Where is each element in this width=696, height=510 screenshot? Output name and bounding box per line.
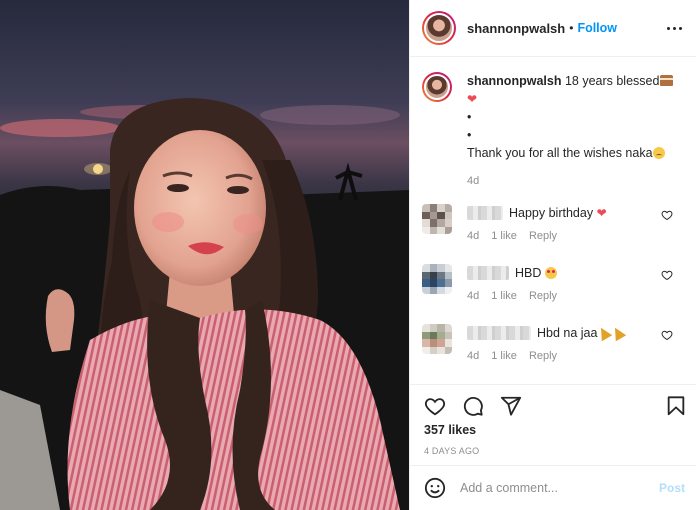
post-caption: shannonpwalsh 18 years blessed ❤ • • Tha… xyxy=(422,72,696,190)
blurred-username[interactable] xyxy=(467,206,503,220)
author-username[interactable]: shannonpwalsh xyxy=(467,21,565,36)
comment-body: HBD 4d 1 like Reply xyxy=(467,264,557,310)
emoji-icon[interactable] xyxy=(424,477,446,499)
instagram-post: shannonpwalsh • Follow shannonpwalsh 18 … xyxy=(0,0,696,510)
like-comment-heart-icon[interactable] xyxy=(661,269,673,281)
comment-text: Happy birthday xyxy=(509,206,594,220)
commenter-avatar[interactable] xyxy=(422,264,452,294)
caption-thanks: Thank you for all the wishes naka xyxy=(467,146,653,160)
more-icon[interactable] xyxy=(667,20,683,36)
blurred-username[interactable] xyxy=(467,266,509,280)
blurred-username[interactable] xyxy=(467,326,531,340)
share-icon[interactable] xyxy=(500,395,522,417)
comment-likes[interactable]: 1 like xyxy=(491,290,517,302)
comment-time[interactable]: 4d xyxy=(467,350,479,362)
like-comment-heart-icon[interactable] xyxy=(661,209,673,221)
follow-button[interactable]: Follow xyxy=(577,21,617,35)
pleading-face-icon xyxy=(652,147,665,159)
commenter-avatar[interactable] xyxy=(422,324,452,354)
comment-meta: 4d 1 like Reply xyxy=(467,230,607,242)
caption-text: 18 years blessed xyxy=(564,74,660,88)
comment-input[interactable] xyxy=(460,481,650,495)
caption-time[interactable]: 4d xyxy=(467,172,682,190)
comment-time[interactable]: 4d xyxy=(467,230,479,242)
comment-item: HBD 4d 1 like Reply xyxy=(422,264,696,310)
photo-illustration xyxy=(0,0,409,510)
post-comment-button[interactable]: Post xyxy=(659,481,685,495)
comment-meta: 4d 1 like Reply xyxy=(467,290,557,302)
post-actions: 357 likes 4 DAYS AGO xyxy=(410,384,696,465)
post-header: shannonpwalsh • Follow xyxy=(410,0,696,57)
heart-icon[interactable] xyxy=(424,395,446,417)
likes-count[interactable]: 357 likes xyxy=(424,423,476,437)
reply-button[interactable]: Reply xyxy=(529,290,557,302)
caption-body: shannonpwalsh 18 years blessed ❤ • • Tha… xyxy=(467,72,682,190)
header-separator: • xyxy=(569,21,574,35)
post-details-panel: shannonpwalsh • Follow shannonpwalsh 18 … xyxy=(409,0,696,510)
action-icons xyxy=(424,395,522,417)
like-comment-heart-icon[interactable] xyxy=(661,329,673,341)
comment-likes[interactable]: 1 like xyxy=(491,230,517,242)
comment-likes[interactable]: 1 like xyxy=(491,350,517,362)
caption-avatar[interactable] xyxy=(422,72,452,102)
caption-bullet-2: • xyxy=(467,128,472,142)
cake-icon xyxy=(660,75,674,86)
caption-bullet-1: • xyxy=(467,110,472,124)
add-comment-row: Post xyxy=(410,465,696,510)
author-avatar[interactable] xyxy=(422,11,456,45)
comment-time[interactable]: 4d xyxy=(467,290,479,302)
comment-body: Hbd na jaa 4d 1 like Reply xyxy=(467,324,627,370)
reply-button[interactable]: Reply xyxy=(529,350,557,362)
red-heart-icon: ❤ xyxy=(596,206,607,220)
sparkling-heart-icon: ❤ xyxy=(467,92,478,106)
comment-text: Hbd na jaa xyxy=(537,326,598,340)
comment-icon[interactable] xyxy=(462,395,484,417)
commenter-avatar[interactable] xyxy=(422,204,452,234)
comment-meta: 4d 1 like Reply xyxy=(467,350,625,362)
comments-list[interactable]: shannonpwalsh 18 years blessed ❤ • • Tha… xyxy=(410,58,696,384)
bookmark-icon[interactable] xyxy=(665,395,687,417)
post-photo[interactable] xyxy=(0,0,409,510)
comment-body: Happy birthday ❤ 4d 1 like Reply xyxy=(467,204,607,250)
post-timestamp[interactable]: 4 DAYS AGO xyxy=(424,446,479,456)
comment-item: Happy birthday ❤ 4d 1 like Reply xyxy=(422,204,696,250)
comment-text: HBD xyxy=(515,266,542,280)
party-popper-icon xyxy=(610,324,627,342)
comment-item: Hbd na jaa 4d 1 like Reply xyxy=(422,324,696,370)
caption-username[interactable]: shannonpwalsh xyxy=(467,74,561,88)
heart-eyes-icon xyxy=(544,267,557,279)
reply-button[interactable]: Reply xyxy=(529,230,557,242)
